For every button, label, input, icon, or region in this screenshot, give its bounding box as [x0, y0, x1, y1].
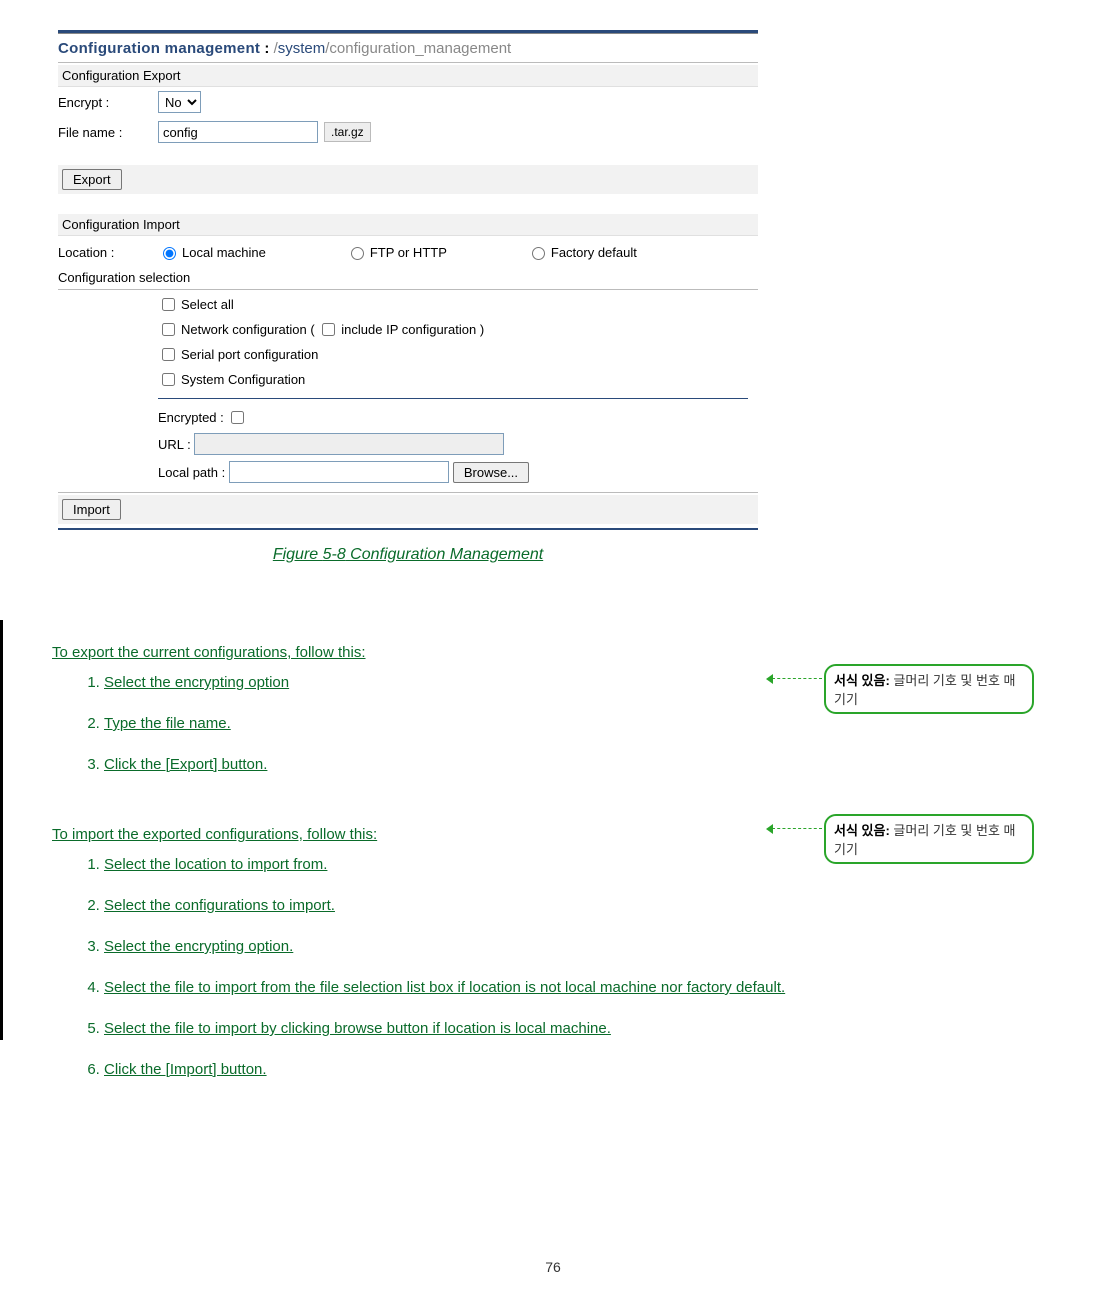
page-number: 76: [0, 1259, 1106, 1275]
list-item: Select the file to import from the file …: [104, 974, 792, 1001]
loc-factory-radio[interactable]: [532, 247, 545, 260]
file-ext-label: .tar.gz: [324, 122, 371, 142]
filename-input[interactable]: [158, 121, 318, 143]
config-panel-screenshot: Configuration management : /system/confi…: [58, 30, 758, 564]
figure-caption: Figure 5-8 Configuration Management: [58, 546, 758, 564]
list-item: Select the configurations to import.: [104, 892, 792, 919]
connector-line: [772, 828, 822, 829]
localpath-label: Local path :: [158, 465, 225, 480]
localpath-input[interactable]: [229, 461, 449, 483]
instructions-block: To export the current configurations, fo…: [52, 644, 792, 1083]
browse-button[interactable]: Browse...: [453, 462, 529, 483]
encrypt-label: Encrypt :: [58, 95, 158, 110]
import-steps-list: Select the location to import from. Sele…: [80, 851, 792, 1083]
url-input[interactable]: [194, 433, 504, 455]
export-steps-list: Select the encrypting option Type the fi…: [80, 669, 792, 778]
cfg-system-label: System Configuration: [181, 372, 305, 387]
list-item: Type the file name.: [104, 710, 792, 737]
cfg-ip-label: include IP configuration ): [341, 322, 484, 337]
list-item: Click the [Export] button.: [104, 751, 792, 778]
cfg-selection-head: Configuration selection: [58, 268, 758, 287]
encrypted-checkbox[interactable]: [231, 411, 244, 424]
cfg-all-checkbox[interactable]: [162, 298, 175, 311]
list-item: Select the encrypting option.: [104, 933, 792, 960]
list-item: Select the location to import from.: [104, 851, 792, 878]
cfg-net-label: Network configuration (: [181, 322, 315, 337]
encrypted-label: Encrypted :: [158, 410, 224, 425]
breadcrumb: Configuration management : /system/confi…: [58, 33, 758, 60]
export-section-head: Configuration Export: [58, 65, 758, 87]
export-button[interactable]: Export: [62, 169, 122, 190]
cfg-serial-checkbox[interactable]: [162, 348, 175, 361]
cfg-system-checkbox[interactable]: [162, 373, 175, 386]
revision-bar: [0, 620, 3, 1040]
loc-local-radio[interactable]: [163, 247, 176, 260]
location-label: Location :: [58, 245, 158, 260]
comment-balloon-1: 서식 있음: 글머리 기호 및 번호 매기기: [824, 664, 1034, 714]
list-item: Select the file to import by clicking br…: [104, 1015, 792, 1042]
loc-local-label: Local machine: [182, 245, 266, 260]
cfg-net-checkbox[interactable]: [162, 323, 175, 336]
url-label: URL :: [158, 437, 191, 452]
loc-factory-label: Factory default: [551, 245, 637, 260]
export-instructions-head: To export the current configurations, fo…: [52, 644, 792, 661]
cfg-all-label: Select all: [181, 297, 234, 312]
import-button[interactable]: Import: [62, 499, 121, 520]
import-instructions-head: To import the exported configurations, f…: [52, 826, 792, 843]
page-title: Configuration management: [58, 40, 260, 57]
cfg-ip-checkbox[interactable]: [322, 323, 335, 336]
connector-line: [772, 678, 822, 679]
import-section-head: Configuration Import: [58, 214, 758, 236]
encrypt-select[interactable]: No: [158, 91, 201, 113]
list-item: Click the [Import] button.: [104, 1056, 792, 1083]
comment-balloon-2: 서식 있음: 글머리 기호 및 번호 매기기: [824, 814, 1034, 864]
filename-label: File name :: [58, 125, 158, 140]
cfg-serial-label: Serial port configuration: [181, 347, 318, 362]
loc-ftp-radio[interactable]: [351, 247, 364, 260]
list-item: Select the encrypting option: [104, 669, 792, 696]
loc-ftp-label: FTP or HTTP: [370, 245, 447, 260]
